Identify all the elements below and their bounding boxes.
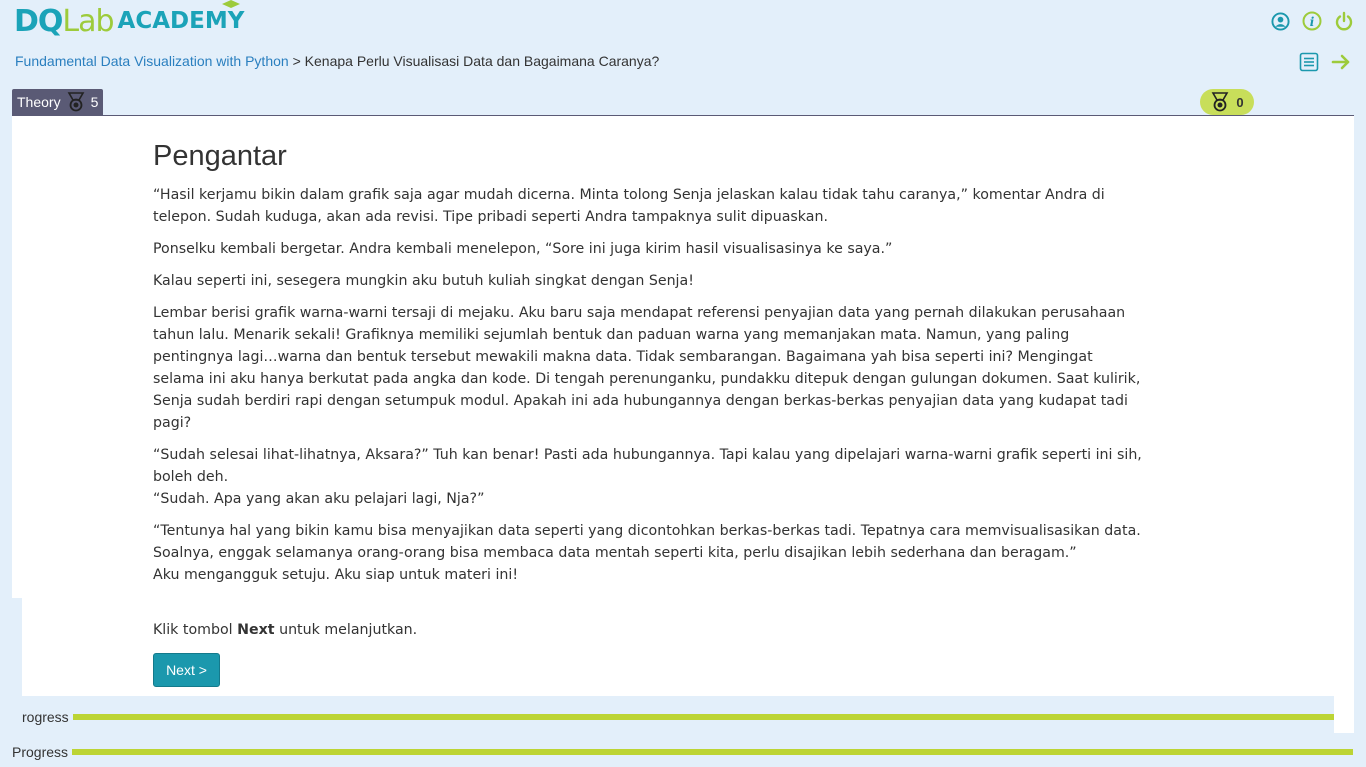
instruction-suffix: untuk melanjutkan. bbox=[279, 622, 418, 638]
next-button[interactable]: Next > bbox=[153, 653, 220, 687]
page-title: Pengantar bbox=[153, 140, 287, 172]
progress-bar bbox=[72, 714, 1334, 720]
content-panel-lower bbox=[22, 598, 1354, 696]
lesson-nav-icons bbox=[1298, 51, 1352, 73]
info-icon[interactable]: i bbox=[1302, 11, 1322, 31]
lesson-article: Pengantar “Hasil kerjamu bikin dalam gra… bbox=[153, 138, 1143, 596]
arrow-right-icon[interactable] bbox=[1330, 51, 1352, 73]
progress-label: rogress bbox=[22, 709, 69, 725]
breadcrumb-separator: > bbox=[292, 53, 301, 69]
progress-label: Progress bbox=[12, 744, 69, 760]
logo-academy-text: ACADEMY bbox=[117, 8, 245, 34]
logo-dq: DQ bbox=[14, 3, 63, 39]
dqlab-academy-logo[interactable]: DQ Lab ACADEMY bbox=[14, 0, 245, 39]
tab-theory-label: Theory bbox=[17, 94, 61, 110]
medal-icon bbox=[67, 92, 84, 112]
breadcrumb-current: Kenapa Perlu Visualisasi Data dan Bagaim… bbox=[304, 53, 660, 69]
user-icon[interactable] bbox=[1270, 11, 1290, 31]
breadcrumb: Fundamental Data Visualization with Pyth… bbox=[15, 53, 659, 69]
instruction-bold: Next bbox=[237, 622, 275, 638]
score-badge: 0 bbox=[1200, 89, 1254, 115]
content-panel-edge bbox=[1334, 598, 1354, 733]
top-icon-bar: i bbox=[1270, 11, 1354, 31]
paragraph-line: Aku mengangguk setuju. Aku siap untuk ma… bbox=[153, 567, 519, 583]
progress-row-1: rogress bbox=[22, 709, 1334, 725]
paragraph: Ponselku kembali bergetar. Andra kembali… bbox=[153, 241, 893, 257]
paragraph: “Tentunya hal yang bikin kamu bisa menya… bbox=[153, 520, 1143, 586]
tab-theory[interactable]: Theory 5 bbox=[12, 89, 104, 115]
instruction-prefix: Klik tombol bbox=[153, 622, 233, 638]
paragraph: Kalau seperti ini, sesegera mungkin aku … bbox=[153, 273, 694, 289]
paragraph: Lembar berisi grafik warna-warni tersaji… bbox=[153, 305, 1141, 431]
paragraph-line: “Tentunya hal yang bikin kamu bisa menya… bbox=[153, 523, 1141, 561]
progress-row-2: Progress bbox=[12, 744, 1354, 760]
tab-theory-count: 5 bbox=[90, 94, 99, 110]
score-value: 0 bbox=[1236, 94, 1244, 110]
next-instruction: Klik tombol Next untuk melanjutkan. bbox=[153, 622, 417, 638]
logo-lab: Lab bbox=[62, 3, 114, 39]
list-icon[interactable] bbox=[1298, 51, 1320, 73]
power-icon[interactable] bbox=[1334, 11, 1354, 31]
paragraph-line: “Sudah selesai lihat-lihatnya, Aksara?” … bbox=[153, 447, 1142, 485]
graduation-cap-icon bbox=[221, 0, 240, 8]
progress-bar bbox=[72, 749, 1354, 755]
svg-text:i: i bbox=[1310, 15, 1315, 29]
logo-academy: ACADEMY bbox=[117, 0, 245, 34]
paragraph: “Sudah selesai lihat-lihatnya, Aksara?” … bbox=[153, 444, 1143, 510]
paragraph: “Hasil kerjamu bikin dalam grafik saja a… bbox=[153, 187, 1105, 225]
paragraph-line: “Sudah. Apa yang akan aku pelajari lagi,… bbox=[153, 491, 485, 507]
breadcrumb-course-link[interactable]: Fundamental Data Visualization with Pyth… bbox=[15, 53, 289, 69]
medal-icon bbox=[1211, 92, 1229, 112]
